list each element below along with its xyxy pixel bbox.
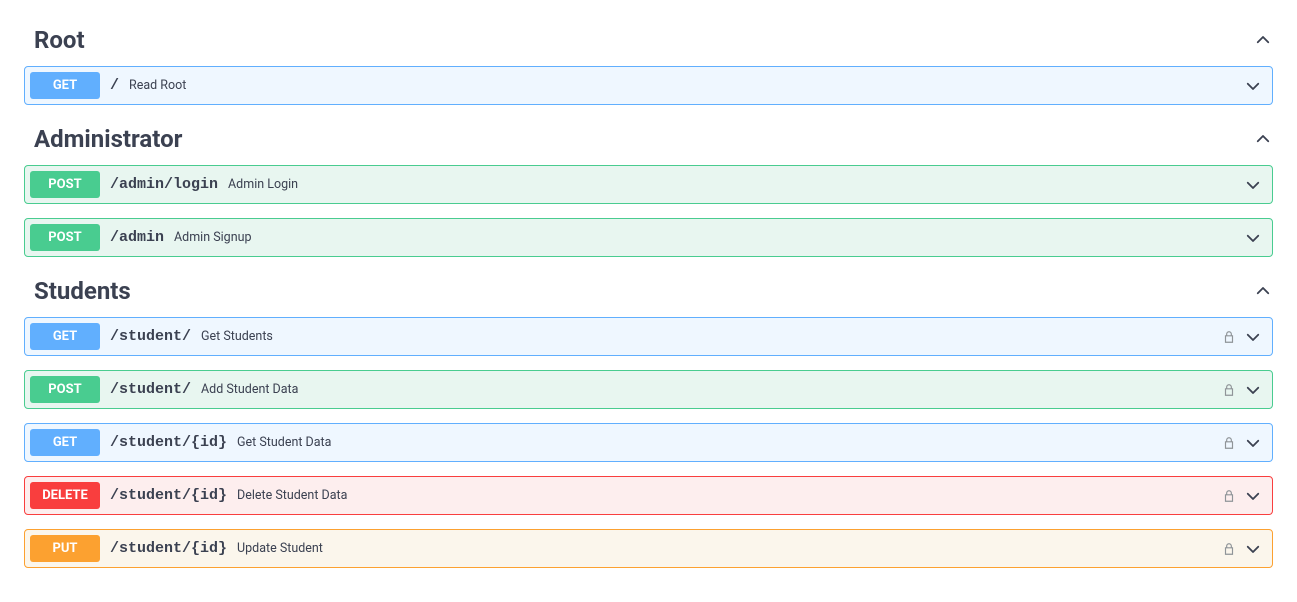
chevron-down-icon[interactable] — [1244, 328, 1262, 346]
chevron-down-icon[interactable] — [1244, 540, 1262, 558]
lock-icon[interactable] — [1222, 542, 1236, 556]
endpoint-row[interactable]: DELETE/student/{id} Delete Student Data — [24, 476, 1273, 515]
endpoint-row[interactable]: GET / Read Root — [24, 66, 1273, 105]
endpoint-description: Add Student Data — [201, 382, 298, 397]
endpoint-actions — [1244, 229, 1262, 247]
endpoint-actions — [1244, 176, 1262, 194]
method-badge: PUT — [30, 535, 100, 562]
lock-icon[interactable] — [1222, 383, 1236, 397]
endpoint-actions — [1222, 381, 1262, 399]
endpoint-path: /admin/login — [110, 176, 218, 193]
method-badge: POST — [30, 171, 100, 198]
chevron-down-icon[interactable] — [1244, 77, 1262, 95]
endpoint-list: GET / Read Root — [24, 66, 1273, 105]
endpoint-actions — [1222, 434, 1262, 452]
endpoint-description: Get Students — [201, 329, 273, 344]
method-badge: GET — [30, 323, 100, 350]
section: Students GET/student/Get Students POST/stu… — [24, 271, 1273, 568]
endpoint-row[interactable]: POST/admin/login Admin Login — [24, 165, 1273, 204]
chevron-down-icon[interactable] — [1244, 176, 1262, 194]
section-header[interactable]: Students — [24, 271, 1273, 317]
chevron-up-icon[interactable] — [1253, 30, 1273, 50]
lock-icon[interactable] — [1222, 436, 1236, 450]
endpoint-path: /student/ — [110, 328, 191, 345]
section-header[interactable]: Root — [24, 20, 1273, 66]
endpoint-row[interactable]: POST/student/Add Student Data — [24, 370, 1273, 409]
section-title: Administrator — [34, 125, 182, 153]
chevron-up-icon[interactable] — [1253, 129, 1273, 149]
section-title: Students — [34, 277, 131, 305]
chevron-down-icon[interactable] — [1244, 434, 1262, 452]
method-badge: POST — [30, 224, 100, 251]
endpoint-actions — [1222, 487, 1262, 505]
method-badge: DELETE — [30, 482, 100, 509]
section: Administrator POST/admin/login Admin Login… — [24, 119, 1273, 257]
endpoint-description: Get Student Data — [237, 435, 331, 450]
endpoint-description: Delete Student Data — [237, 488, 347, 503]
endpoint-path: /student/{id} — [110, 487, 227, 504]
endpoint-path: /student/{id} — [110, 540, 227, 557]
lock-icon[interactable] — [1222, 489, 1236, 503]
endpoint-row[interactable]: GET/student/Get Students — [24, 317, 1273, 356]
endpoint-row[interactable]: GET/student/{id} Get Student Data — [24, 423, 1273, 462]
endpoint-path: /admin — [110, 229, 164, 246]
endpoint-path: /student/{id} — [110, 434, 227, 451]
endpoint-row[interactable]: POST/admin Admin Signup — [24, 218, 1273, 257]
endpoint-row[interactable]: PUT/student/{id} Update Student — [24, 529, 1273, 568]
chevron-down-icon[interactable] — [1244, 229, 1262, 247]
endpoint-description: Read Root — [129, 78, 186, 93]
endpoint-actions — [1244, 77, 1262, 95]
endpoint-actions — [1222, 540, 1262, 558]
chevron-up-icon[interactable] — [1253, 281, 1273, 301]
method-badge: POST — [30, 376, 100, 403]
section-title: Root — [34, 26, 85, 54]
endpoint-list: GET/student/Get Students POST/student/Add… — [24, 317, 1273, 568]
section: Root GET / Read Root — [24, 20, 1273, 105]
endpoint-path: / — [110, 77, 119, 94]
chevron-down-icon[interactable] — [1244, 381, 1262, 399]
endpoint-list: POST/admin/login Admin Login POST/admin Adm… — [24, 165, 1273, 257]
chevron-down-icon[interactable] — [1244, 487, 1262, 505]
method-badge: GET — [30, 429, 100, 456]
endpoint-description: Admin Signup — [174, 230, 252, 245]
method-badge: GET — [30, 72, 100, 99]
lock-icon[interactable] — [1222, 330, 1236, 344]
endpoint-actions — [1222, 328, 1262, 346]
section-header[interactable]: Administrator — [24, 119, 1273, 165]
endpoint-description: Update Student — [237, 541, 323, 556]
endpoint-description: Admin Login — [228, 177, 298, 192]
endpoint-path: /student/ — [110, 381, 191, 398]
